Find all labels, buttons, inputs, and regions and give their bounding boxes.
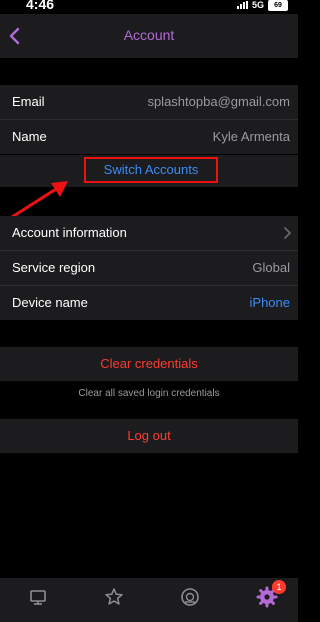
- tab-settings[interactable]: 1: [256, 580, 286, 608]
- name-label: Name: [12, 129, 47, 144]
- device-name-label: Device name: [12, 295, 88, 310]
- signal-icon: [236, 1, 248, 9]
- status-indicators: 5G 69: [236, 0, 288, 11]
- email-row: Email splashtopba@gmail.com: [0, 85, 298, 120]
- sos-icon: [181, 588, 199, 606]
- log-out-button[interactable]: Log out: [0, 419, 298, 453]
- device-name-row[interactable]: Device name iPhone: [0, 286, 298, 320]
- service-region-label: Service region: [12, 260, 96, 275]
- tab-favorites[interactable]: [103, 586, 125, 608]
- settings-badge: 1: [272, 580, 286, 594]
- clear-credentials-button[interactable]: Clear credentials: [0, 347, 298, 381]
- nav-bar: Account: [0, 14, 298, 58]
- page-title: Account: [123, 27, 175, 43]
- settings-group: Account information Service region Globa…: [0, 216, 298, 320]
- switch-accounts-button[interactable]: Switch Accounts: [84, 157, 218, 183]
- status-time: 4:46: [26, 0, 55, 12]
- chevron-right-icon: [284, 227, 291, 239]
- name-row: Name Kyle Armenta: [0, 120, 298, 154]
- clear-credentials-caption: Clear all saved login credentials: [78, 388, 220, 399]
- account-info-row[interactable]: Account information: [0, 216, 298, 251]
- status-bar: 4:46 5G 69: [0, 0, 298, 14]
- email-label: Email: [12, 94, 45, 109]
- monitor-icon: [30, 590, 46, 605]
- name-value: Kyle Armenta: [212, 129, 290, 144]
- account-group: Email splashtopba@gmail.com Name Kyle Ar…: [0, 85, 298, 154]
- tab-computers[interactable]: [27, 586, 49, 608]
- battery-icon: 69: [268, 0, 288, 11]
- device-name-value[interactable]: iPhone: [250, 295, 290, 310]
- network-type: 5G: [251, 0, 264, 10]
- account-info-label: Account information: [12, 225, 127, 240]
- tab-bar: 1: [0, 578, 298, 622]
- tab-sos[interactable]: [179, 586, 201, 608]
- email-value: splashtopba@gmail.com: [147, 94, 290, 109]
- star-icon: [105, 588, 123, 605]
- service-region-value: Global: [252, 260, 290, 275]
- service-region-row[interactable]: Service region Global: [0, 251, 298, 286]
